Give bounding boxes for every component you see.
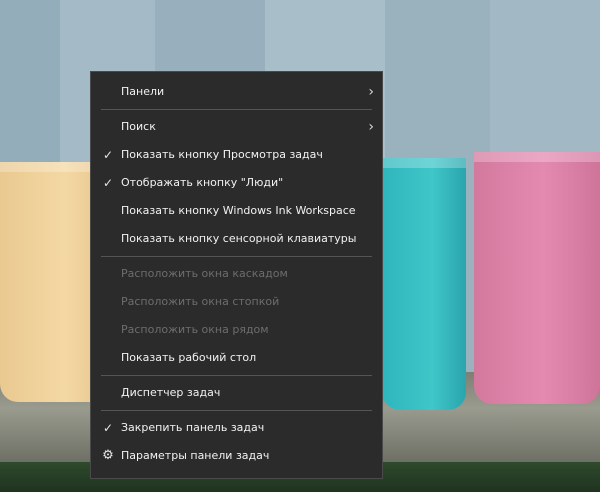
menu-item-task-manager[interactable]: Диспетчер задач	[91, 379, 382, 407]
menu-item-taskbar-settings[interactable]: ⚙ Параметры панели задач	[91, 442, 382, 470]
pink-cup	[474, 152, 600, 404]
menu-separator	[101, 410, 372, 411]
menu-item-label: Показать кнопку Просмотра задач	[121, 148, 323, 161]
menu-item-label: Расположить окна рядом	[121, 323, 269, 336]
menu-item-stack-windows: Расположить окна стопкой	[91, 288, 382, 316]
menu-item-label: Отображать кнопку "Люди"	[121, 176, 284, 189]
checkmark-icon: ✓	[102, 148, 114, 162]
menu-item-label: Показать кнопку Windows Ink Workspace	[121, 204, 356, 217]
menu-item-panels[interactable]: Панели ›	[91, 78, 382, 106]
menu-item-label: Панели	[121, 85, 165, 98]
menu-item-label: Показать рабочий стол	[121, 351, 257, 364]
menu-separator	[101, 375, 372, 376]
menu-item-cascade-windows: Расположить окна каскадом	[91, 260, 382, 288]
menu-item-show-touch-keyboard-button[interactable]: Показать кнопку сенсорной клавиатуры	[91, 225, 382, 253]
menu-item-label: Диспетчер задач	[121, 386, 221, 399]
menu-item-label: Параметры панели задач	[121, 449, 270, 462]
menu-separator	[101, 109, 372, 110]
taskbar-context-menu: Панели › Поиск › ✓ Показать кнопку Просм…	[90, 71, 383, 479]
chevron-right-icon: ›	[368, 84, 374, 100]
menu-item-label: Поиск	[121, 120, 156, 133]
teal-cup	[382, 158, 466, 410]
menu-item-label: Расположить окна каскадом	[121, 267, 288, 280]
checkmark-icon: ✓	[102, 421, 114, 435]
menu-item-label: Показать кнопку сенсорной клавиатуры	[121, 232, 357, 245]
menu-item-search[interactable]: Поиск ›	[91, 113, 382, 141]
menu-item-side-by-side-windows: Расположить окна рядом	[91, 316, 382, 344]
menu-item-label: Закрепить панель задач	[121, 421, 265, 434]
menu-item-lock-taskbar[interactable]: ✓ Закрепить панель задач	[91, 414, 382, 442]
menu-item-show-desktop[interactable]: Показать рабочий стол	[91, 344, 382, 372]
checkmark-icon: ✓	[102, 176, 114, 190]
menu-item-label: Расположить окна стопкой	[121, 295, 280, 308]
menu-item-show-people-button[interactable]: ✓ Отображать кнопку "Люди"	[91, 169, 382, 197]
menu-separator	[101, 256, 372, 257]
chevron-right-icon: ›	[368, 119, 374, 135]
gear-icon: ⚙	[102, 448, 114, 463]
menu-item-show-task-view-button[interactable]: ✓ Показать кнопку Просмотра задач	[91, 141, 382, 169]
menu-item-show-ink-workspace-button[interactable]: Показать кнопку Windows Ink Workspace	[91, 197, 382, 225]
